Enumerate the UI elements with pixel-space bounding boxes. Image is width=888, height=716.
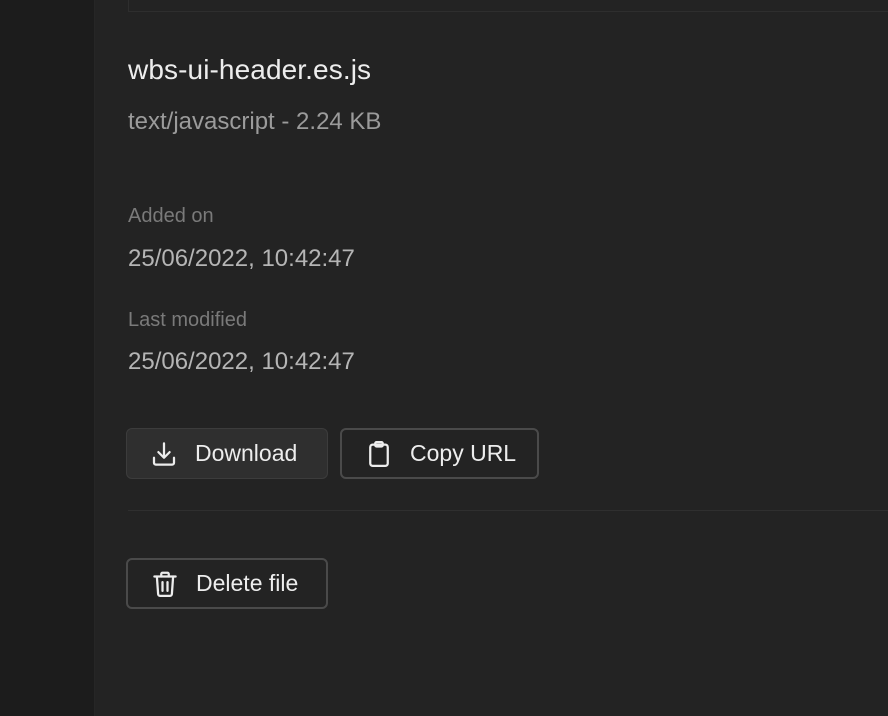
download-icon <box>149 439 179 469</box>
file-preview-box <box>128 0 888 12</box>
trash-icon <box>150 569 180 599</box>
file-name: wbs-ui-header.es.js <box>128 54 372 85</box>
file-details-panel: wbs-ui-header.es.js text/javascript - 2.… <box>95 0 888 716</box>
added-on-value: 25/06/2022, 10:42:47 <box>128 245 355 272</box>
clipboard-icon <box>364 439 394 469</box>
last-modified-label: Last modified <box>128 309 247 331</box>
section-divider <box>128 510 888 511</box>
left-sidebar <box>0 0 95 716</box>
file-meta: text/javascript - 2.24 KB <box>128 108 382 135</box>
download-button[interactable]: Download <box>126 428 328 479</box>
added-on-label: Added on <box>128 205 214 227</box>
copy-url-button[interactable]: Copy URL <box>340 428 539 479</box>
copy-url-button-label: Copy URL <box>410 440 517 466</box>
last-modified-value: 25/06/2022, 10:42:47 <box>128 348 355 375</box>
delete-file-button-label: Delete file <box>196 570 299 596</box>
download-button-label: Download <box>195 440 298 466</box>
delete-file-button[interactable]: Delete file <box>126 558 328 609</box>
